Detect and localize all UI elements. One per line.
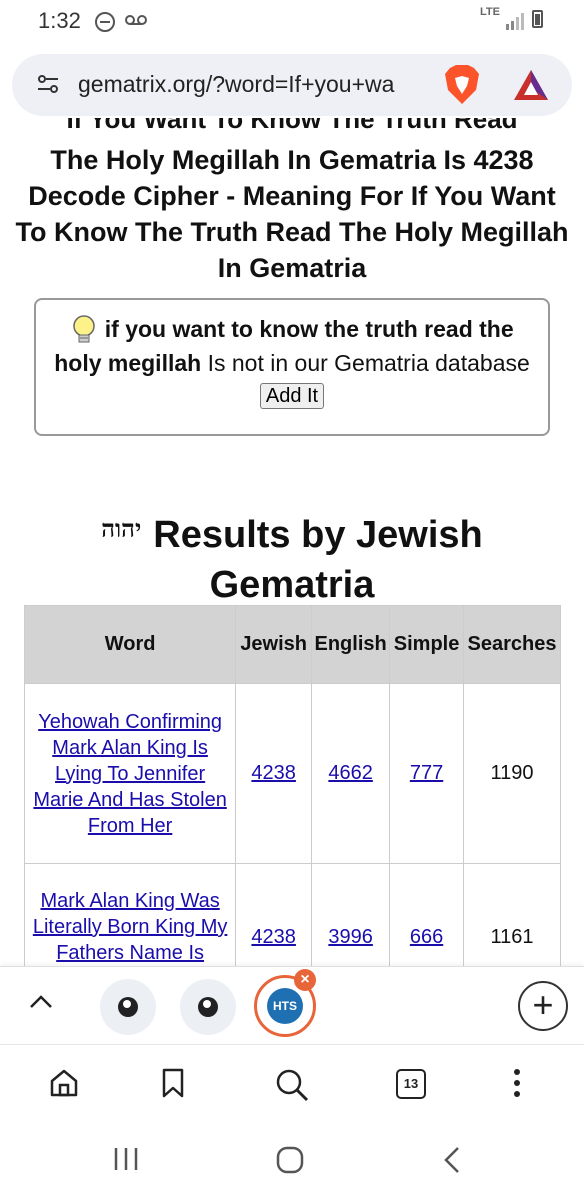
result-word-link[interactable]: Yehowah Confirming Mark Alan King Is Lyi… — [33, 711, 226, 837]
english-value-link[interactable]: 3996 — [328, 926, 373, 948]
voicemail-icon — [125, 15, 147, 25]
add-it-button[interactable]: Add It — [259, 382, 325, 409]
hebrew-yhwh: יהוה — [101, 514, 142, 543]
cut-off-title: If You Want To Know The Truth Read — [66, 118, 518, 134]
results-heading: יהוה Results by Jewish Gematria — [40, 504, 544, 610]
simple-value-link[interactable]: 777 — [410, 762, 443, 784]
home-icon[interactable] — [48, 1067, 80, 1099]
col-header-searches: Searches — [463, 605, 561, 684]
page-settings-icon[interactable] — [36, 72, 60, 96]
globe-icon — [198, 997, 218, 1017]
tab-thumbnail-1[interactable] — [100, 979, 156, 1035]
lightbulb-icon — [73, 315, 96, 343]
page-headline: The Holy Megillah In Gematria Is 4238 De… — [15, 145, 569, 283]
col-header-word: Word — [23, 605, 237, 684]
notice-message: Is not in our Gematria database — [201, 350, 530, 376]
table-row: Mark Alan King Was Literally Born King M… — [23, 863, 561, 968]
tab-thumbnail-2[interactable] — [180, 979, 236, 1035]
home-circle-icon[interactable] — [274, 1144, 306, 1176]
android-nav-bar — [0, 1124, 584, 1200]
tabs-icon[interactable]: 13 — [396, 1069, 426, 1099]
col-header-simple: Simple — [389, 605, 465, 684]
english-value-link[interactable]: 4662 — [328, 762, 373, 784]
results-table: Word Jewish English Simple Searches Yeho… — [23, 605, 561, 968]
url-text[interactable]: gematrix.org/?word=If+you+wa — [78, 71, 394, 98]
simple-value-link[interactable]: 666 — [410, 926, 443, 948]
url-bar[interactable]: gematrix.org/?word=If+you+wa — [12, 54, 572, 116]
result-word-link[interactable]: Mark Alan King Was Literally Born King M… — [33, 890, 228, 964]
not-found-notice: if you want to know the truth read the h… — [34, 298, 550, 436]
col-header-jewish: Jewish — [235, 605, 313, 684]
globe-icon — [118, 997, 138, 1017]
hts-favicon: HTS — [267, 988, 303, 1024]
tab-group-strip: HTS × + — [0, 966, 584, 1044]
signal-icon — [506, 13, 524, 30]
recents-icon[interactable] — [112, 1144, 140, 1174]
table-row: Yehowah Confirming Mark Alan King Is Lyi… — [23, 683, 561, 864]
battery-icon — [532, 10, 543, 28]
searches-count: 1161 — [463, 863, 561, 968]
search-icon[interactable] — [274, 1067, 310, 1103]
new-tab-button[interactable]: + — [518, 981, 568, 1031]
col-header-english: English — [311, 605, 391, 684]
network-type: LTE — [480, 6, 500, 18]
results-heading-text: Results by Jewish Gematria — [153, 514, 483, 606]
back-icon[interactable] — [440, 1144, 464, 1176]
jewish-value-link[interactable]: 4238 — [251, 762, 296, 784]
chevron-up-icon[interactable] — [28, 989, 54, 1015]
browser-bottom-nav: 13 — [0, 1044, 584, 1124]
status-bar: 1:32 LTE — [0, 0, 584, 44]
searches-count: 1190 — [463, 683, 561, 864]
do-not-disturb-icon — [95, 12, 115, 32]
web-page: If You Want To Know The Truth Read The H… — [0, 118, 584, 968]
status-time: 1:32 — [38, 8, 81, 33]
more-icon[interactable] — [510, 1067, 524, 1099]
close-icon[interactable]: × — [294, 969, 316, 991]
brave-shields-icon[interactable] — [442, 64, 482, 106]
brave-rewards-icon[interactable] — [512, 68, 550, 102]
jewish-value-link[interactable]: 4238 — [251, 926, 296, 948]
bookmark-icon[interactable] — [160, 1067, 186, 1099]
